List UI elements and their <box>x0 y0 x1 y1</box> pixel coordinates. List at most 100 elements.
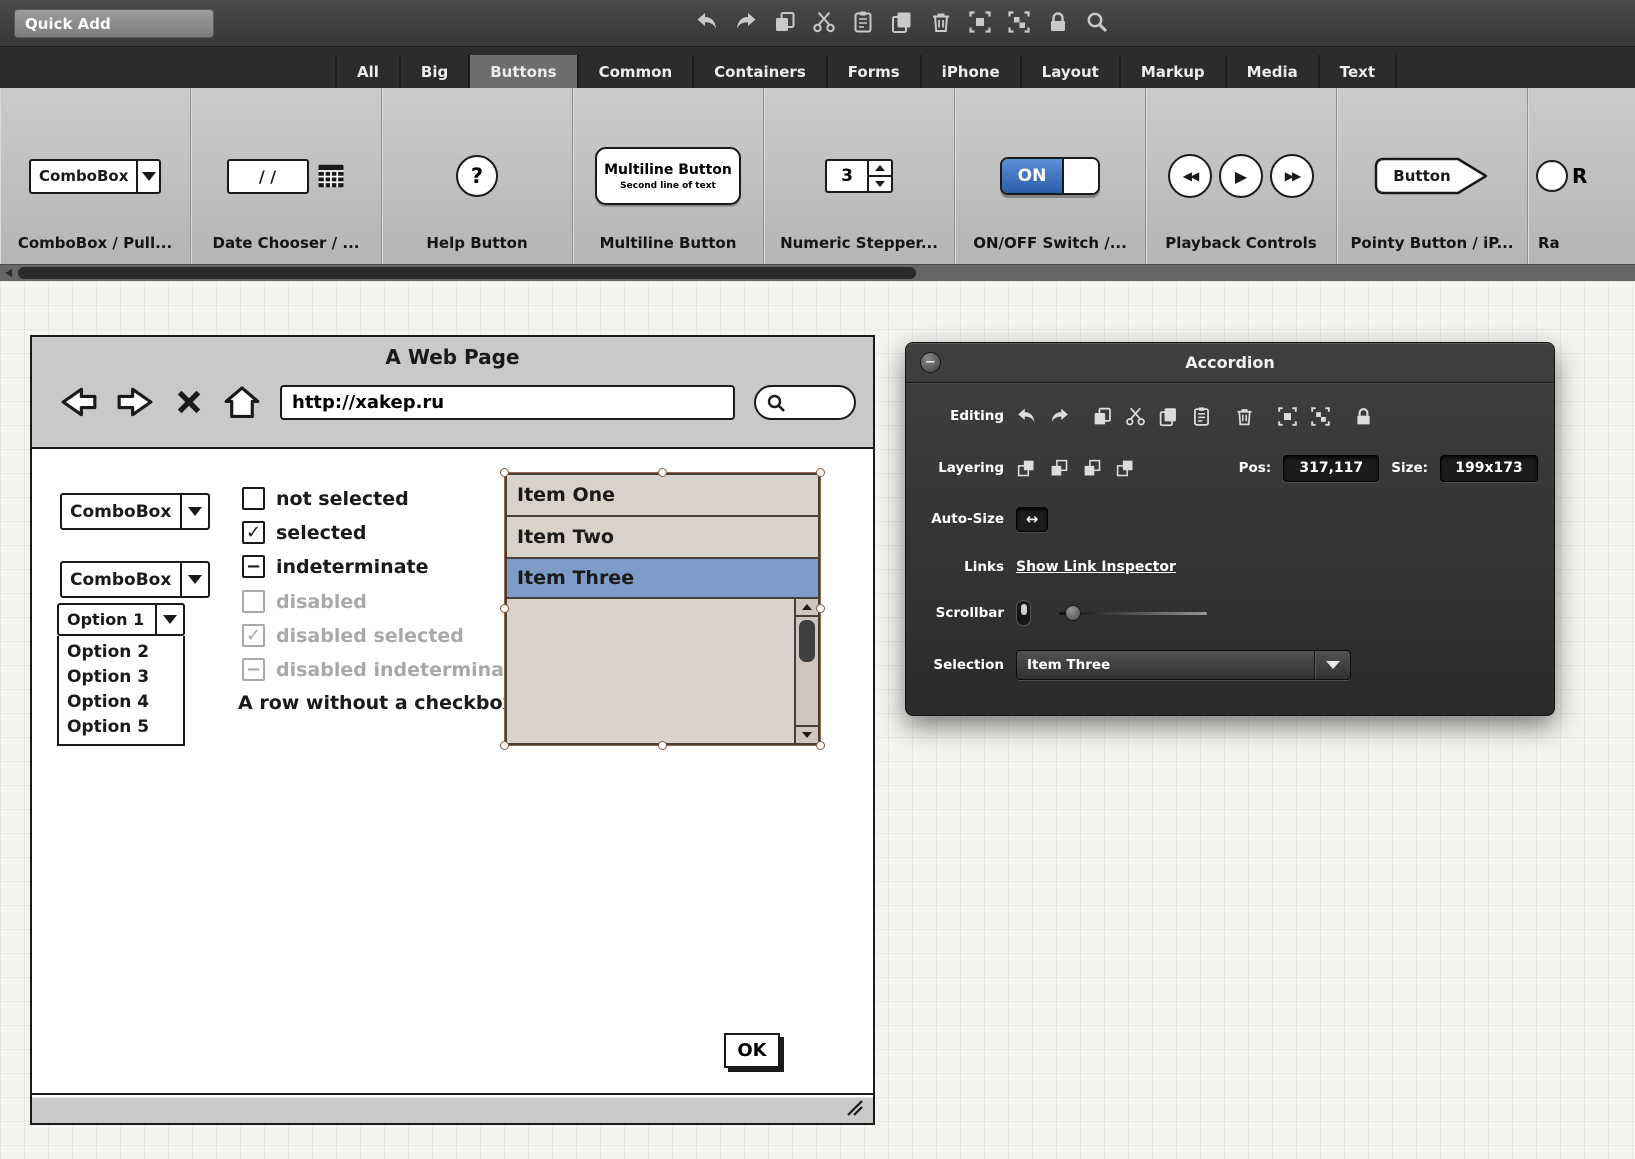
checkbox-row[interactable]: not selected <box>242 485 409 512</box>
tab-all[interactable]: All <box>335 55 401 88</box>
bring-to-front-icon[interactable] <box>1016 458 1037 479</box>
resize-handle-n[interactable] <box>658 468 667 477</box>
size-field[interactable]: 199x173 <box>1440 455 1538 482</box>
library-scrollbar-thumb[interactable] <box>18 267 916 279</box>
combobox-2-arrow-icon[interactable] <box>180 563 208 596</box>
library-item-pointy-button[interactable]: Button Pointy Button / iP... <box>1337 88 1528 264</box>
send-backward-icon[interactable] <box>1115 458 1136 479</box>
tab-layout[interactable]: Layout <box>1022 55 1121 88</box>
resize-handle-w[interactable] <box>500 604 509 613</box>
tab-media[interactable]: Media <box>1227 55 1320 88</box>
ungroup-icon[interactable] <box>1007 10 1031 34</box>
tab-iphone[interactable]: iPhone <box>922 55 1022 88</box>
option-item[interactable]: Option 4 <box>67 690 183 715</box>
home-icon[interactable] <box>222 384 262 422</box>
dropdown-arrow-icon[interactable] <box>1314 651 1350 679</box>
checkbox-unchecked-icon[interactable] <box>242 487 265 510</box>
list-item-selected[interactable]: Item Three <box>507 559 818 599</box>
undo-icon[interactable] <box>1016 406 1037 427</box>
duplicate-icon[interactable] <box>890 10 914 34</box>
combobox-widget-1[interactable]: ComboBox <box>60 493 210 530</box>
copy-icon[interactable] <box>773 10 797 34</box>
combobox-widget-2[interactable]: ComboBox <box>60 561 210 598</box>
combobox-1-arrow-icon[interactable] <box>180 495 208 528</box>
close-icon[interactable] <box>175 388 203 416</box>
copy-icon[interactable] <box>1092 406 1113 427</box>
list-scrollbar-thumb[interactable] <box>799 620 815 662</box>
scroll-up-icon[interactable] <box>796 599 818 617</box>
tab-markup[interactable]: Markup <box>1121 55 1227 88</box>
url-field[interactable]: http://xakep.ru <box>280 385 735 420</box>
selection-dropdown[interactable]: Item Three <box>1016 650 1351 680</box>
resize-handle-nw[interactable] <box>500 468 509 477</box>
cut-icon[interactable] <box>812 10 836 34</box>
browser-window-mockup[interactable]: A Web Page http://xakep.ru ComboBox Comb… <box>30 335 875 1125</box>
duplicate-icon[interactable] <box>1158 406 1179 427</box>
option-item[interactable]: Option 3 <box>67 665 183 690</box>
paste-icon[interactable] <box>851 10 875 34</box>
group-icon[interactable] <box>968 10 992 34</box>
back-arrow-icon[interactable] <box>56 383 102 421</box>
library-scrollbar[interactable] <box>0 264 1635 281</box>
tab-text[interactable]: Text <box>1320 55 1397 88</box>
scroll-down-icon[interactable] <box>796 725 818 743</box>
bring-forward-icon[interactable] <box>1082 458 1103 479</box>
list-item[interactable]: Item Two <box>507 517 818 559</box>
lock-icon[interactable] <box>1353 406 1374 427</box>
autosize-toggle[interactable]: ↔ <box>1016 507 1048 532</box>
quick-add-input[interactable] <box>14 9 214 38</box>
option-select-arrow-icon[interactable] <box>155 605 183 634</box>
library-item-numeric-stepper[interactable]: 3 Numeric Stepper... <box>764 88 955 264</box>
trash-icon[interactable] <box>1234 406 1255 427</box>
library-item-help-button[interactable]: ? Help Button <box>382 88 573 264</box>
library-item-date-chooser[interactable]: / / Date Chooser / ... <box>191 88 382 264</box>
list-scrollbar[interactable] <box>794 599 818 743</box>
resize-grip-icon[interactable] <box>845 1098 865 1118</box>
checkbox-row[interactable]: − indeterminate <box>242 553 429 580</box>
library-item-playback-controls[interactable]: ◀◀ ▶ ▶▶ Playback Controls <box>1146 88 1337 264</box>
scrollbar-toggle-icon[interactable] <box>1016 600 1031 626</box>
tab-forms[interactable]: Forms <box>828 55 922 88</box>
resize-handle-s[interactable] <box>658 741 667 750</box>
scrollbar-slider[interactable] <box>1059 605 1207 621</box>
library-item-multiline-button[interactable]: Multiline Button Second line of text Mul… <box>573 88 764 264</box>
mockup-canvas[interactable]: A Web Page http://xakep.ru ComboBox Comb… <box>0 281 1635 1159</box>
checkbox-row[interactable]: − disabled indeterminate <box>242 656 526 683</box>
resize-handle-e[interactable] <box>816 604 825 613</box>
slider-thumb[interactable] <box>1065 605 1081 621</box>
redo-icon[interactable] <box>734 10 758 34</box>
resize-handle-sw[interactable] <box>500 741 509 750</box>
library-item-combobox[interactable]: ComboBox ComboBox / Pull... <box>0 88 191 264</box>
checkbox-row[interactable]: disabled <box>242 588 367 615</box>
group-icon[interactable] <box>1277 406 1298 427</box>
undo-icon[interactable] <box>695 10 719 34</box>
zoom-icon[interactable] <box>1085 10 1109 34</box>
list-item[interactable]: Item One <box>507 475 818 517</box>
checkbox-row[interactable]: A row without a checkbox <box>238 689 515 716</box>
list-widget-selected[interactable]: Item One Item Two Item Three <box>505 473 820 745</box>
pos-field[interactable]: 317,117 <box>1283 455 1379 482</box>
tab-big[interactable]: Big <box>401 55 470 88</box>
paste-icon[interactable] <box>1191 406 1212 427</box>
option-item[interactable]: Option 5 <box>67 715 183 740</box>
show-link-inspector-link[interactable]: Show Link Inspector <box>1016 559 1176 575</box>
resize-handle-se[interactable] <box>816 741 825 750</box>
ungroup-icon[interactable] <box>1310 406 1331 427</box>
checkbox-row[interactable]: ✓ disabled selected <box>242 622 464 649</box>
option-select-widget[interactable]: Option 1 <box>57 603 185 636</box>
option-item[interactable]: Option 2 <box>67 640 183 665</box>
tab-common[interactable]: Common <box>579 55 695 88</box>
tab-buttons[interactable]: Buttons <box>470 55 578 88</box>
scroll-left-icon[interactable] <box>5 269 12 277</box>
search-box[interactable] <box>754 385 856 420</box>
cut-icon[interactable] <box>1125 406 1146 427</box>
trash-icon[interactable] <box>929 10 953 34</box>
redo-icon[interactable] <box>1049 406 1070 427</box>
library-item-radio[interactable]: R Ra <box>1528 88 1635 264</box>
resize-handle-ne[interactable] <box>816 468 825 477</box>
ok-button[interactable]: OK <box>724 1033 780 1068</box>
library-item-onoff-switch[interactable]: ON ON/OFF Switch /... <box>955 88 1146 264</box>
send-to-back-icon[interactable] <box>1049 458 1070 479</box>
lock-icon[interactable] <box>1046 10 1070 34</box>
tab-containers[interactable]: Containers <box>694 55 828 88</box>
